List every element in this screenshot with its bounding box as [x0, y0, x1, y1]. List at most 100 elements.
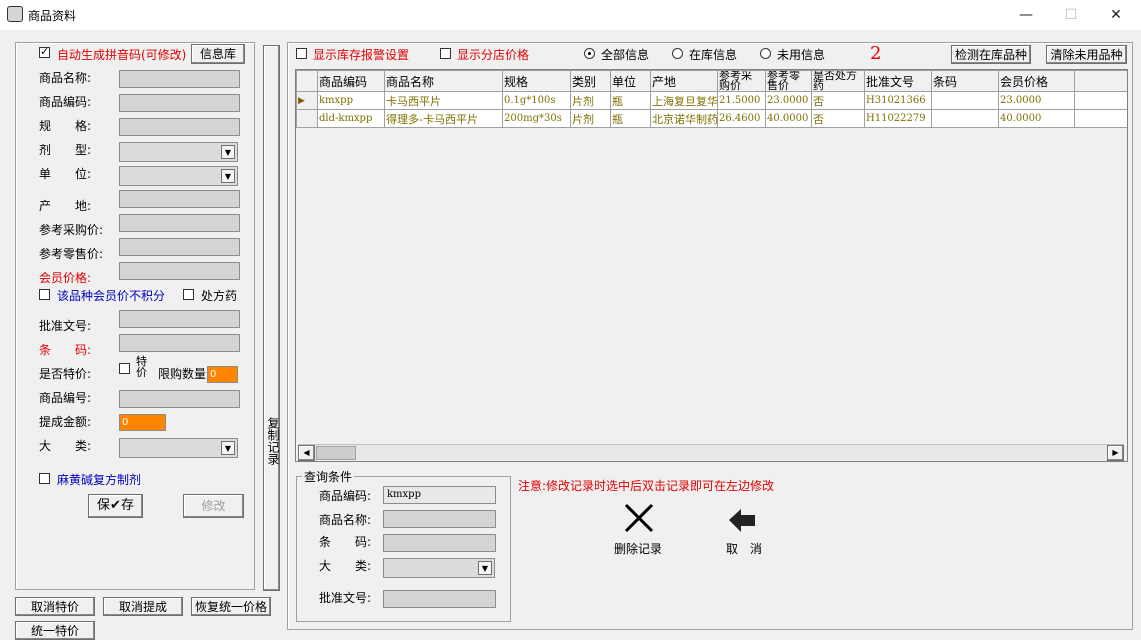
ref-purchase-price-field[interactable]: [119, 214, 240, 232]
delete-record-button[interactable]: 删除记录: [610, 500, 670, 558]
column-header[interactable]: 单位: [610, 70, 651, 92]
table-cell[interactable]: H31021366: [864, 91, 932, 110]
query-code-input[interactable]: kmxpp: [383, 486, 496, 504]
modify-button[interactable]: 修改: [183, 494, 244, 518]
is-special-label: 是否特价:: [39, 367, 92, 381]
close-button[interactable]: ✕: [1093, 0, 1139, 30]
chevron-down-icon: ▼: [221, 169, 235, 183]
maximize-button[interactable]: ☐: [1048, 0, 1094, 30]
restore-price-button[interactable]: 恢复统一价格: [191, 597, 271, 616]
no-points-checkbox[interactable]: [39, 289, 50, 303]
table-cell[interactable]: 0.1g*100s: [502, 91, 571, 110]
cancel-button[interactable]: 取 消: [722, 500, 772, 558]
table-cell[interactable]: [931, 109, 999, 128]
query-category-select[interactable]: ▼: [383, 558, 495, 578]
table-cell[interactable]: 40.0000: [998, 109, 1075, 128]
stock-alarm-checkbox[interactable]: [296, 48, 307, 62]
table-cell[interactable]: 23.0000: [998, 91, 1075, 110]
dosage-form-select[interactable]: ▼: [119, 142, 238, 162]
scroll-right-icon[interactable]: ▶: [1107, 445, 1124, 461]
row-indicator[interactable]: ▶: [296, 91, 318, 110]
spec-field[interactable]: [119, 118, 240, 136]
table-cell[interactable]: 片剂: [570, 91, 611, 110]
scrollbar-thumb[interactable]: [316, 446, 356, 460]
unify-special-button[interactable]: 统一特价: [15, 621, 95, 640]
table-row[interactable]: ▶ kmxpp 卡马西平片 0.1g*100s 片剂 瓶 上海复旦复华 21.5…: [296, 91, 1127, 110]
table-cell[interactable]: 21.5000: [717, 91, 766, 110]
member-price-field[interactable]: [119, 262, 240, 280]
app-icon: [7, 6, 23, 22]
radio-in-stock[interactable]: [672, 48, 683, 62]
ref-retail-price-field[interactable]: [119, 238, 240, 256]
unit-select[interactable]: ▼: [119, 166, 238, 186]
limit-qty-label: 限购数量: [158, 367, 207, 381]
table-cell[interactable]: 否: [811, 109, 865, 128]
column-header[interactable]: 批准文号: [864, 70, 932, 92]
table-cell[interactable]: 26.4600: [717, 109, 766, 128]
barcode-field[interactable]: [119, 334, 240, 352]
column-header[interactable]: 会员价格: [998, 70, 1075, 92]
query-approval-input[interactable]: [383, 590, 496, 608]
ephedrine-label: 麻黄碱复方制剂: [57, 473, 142, 487]
table-cell[interactable]: 瓶: [610, 109, 651, 128]
limit-qty-field[interactable]: 0: [207, 366, 238, 383]
product-grid[interactable]: 商品编码 商品名称 规格 类别 单位 产地 参考采 购价 参考零 售价 是否处方…: [295, 69, 1128, 462]
radio-all-info[interactable]: [584, 48, 595, 62]
table-cell-filler: [1074, 109, 1127, 128]
query-barcode-input[interactable]: [383, 534, 496, 552]
check-stock-button[interactable]: 检测在库品种: [951, 45, 1031, 64]
grid-corner: [296, 70, 318, 92]
column-header[interactable]: 类别: [570, 70, 611, 92]
table-cell[interactable]: dld-kmxpp: [317, 109, 385, 128]
row-indicator[interactable]: [296, 109, 318, 128]
table-cell[interactable]: kmxpp: [317, 91, 385, 110]
origin-field[interactable]: [119, 190, 240, 208]
auto-pinyin-checkbox[interactable]: [39, 45, 50, 61]
table-cell[interactable]: 片剂: [570, 109, 611, 128]
table-cell[interactable]: 23.0000: [765, 91, 812, 110]
table-row[interactable]: dld-kmxpp 得理多-卡马西平片 200mg*30s 片剂 瓶 北京诺华制…: [296, 109, 1127, 128]
clear-unused-button[interactable]: 清除未用品种: [1046, 45, 1127, 64]
table-cell[interactable]: 卡马西平片: [384, 91, 503, 110]
column-header[interactable]: 规格: [502, 70, 571, 92]
table-cell[interactable]: 瓶: [610, 91, 651, 110]
commission-field[interactable]: 0: [119, 414, 166, 431]
special-checkbox[interactable]: [119, 363, 130, 377]
column-header-filler: [1074, 70, 1127, 92]
cancel-special-button[interactable]: 取消特价: [15, 597, 95, 616]
category-select[interactable]: ▼: [119, 438, 238, 458]
column-header[interactable]: 商品名称: [384, 70, 503, 92]
column-header[interactable]: 条码: [931, 70, 999, 92]
prescription-checkbox[interactable]: [183, 289, 194, 303]
column-header[interactable]: 产地: [650, 70, 718, 92]
table-cell[interactable]: 得理多-卡马西平片: [384, 109, 503, 128]
table-cell[interactable]: [931, 91, 999, 110]
query-name-input[interactable]: [383, 510, 496, 528]
ephedrine-checkbox[interactable]: [39, 473, 50, 487]
column-header[interactable]: 参考采 购价: [717, 70, 766, 92]
column-header[interactable]: 商品编码: [317, 70, 385, 92]
horizontal-scrollbar[interactable]: ◀ ▶: [298, 444, 1124, 461]
copy-record-button[interactable]: 复制记录: [263, 45, 280, 591]
branch-price-checkbox[interactable]: [440, 48, 451, 62]
table-cell[interactable]: 北京诺华制药: [650, 109, 718, 128]
product-no-field[interactable]: [119, 390, 240, 408]
table-cell[interactable]: 200mg*30s: [502, 109, 571, 128]
radio-unused[interactable]: [760, 48, 771, 62]
product-name-field[interactable]: [119, 70, 240, 88]
save-button[interactable]: 保✔存: [88, 494, 143, 518]
cancel-commission-button[interactable]: 取消提成: [103, 597, 183, 616]
scroll-left-icon[interactable]: ◀: [298, 445, 315, 461]
marker-number: 2: [870, 43, 882, 64]
table-cell[interactable]: 上海复旦复华: [650, 91, 718, 110]
info-library-button[interactable]: 信息库: [191, 44, 245, 64]
table-cell[interactable]: 40.0000: [765, 109, 812, 128]
column-header[interactable]: 参考零 售价: [765, 70, 812, 92]
minimize-button[interactable]: —: [1003, 0, 1049, 30]
approval-no-field[interactable]: [119, 310, 240, 328]
column-header[interactable]: 是否处方 药: [811, 70, 865, 92]
query-category-label: 大 类:: [319, 559, 372, 573]
product-code-field[interactable]: [119, 94, 240, 112]
table-cell[interactable]: 否: [811, 91, 865, 110]
table-cell[interactable]: H11022279: [864, 109, 932, 128]
